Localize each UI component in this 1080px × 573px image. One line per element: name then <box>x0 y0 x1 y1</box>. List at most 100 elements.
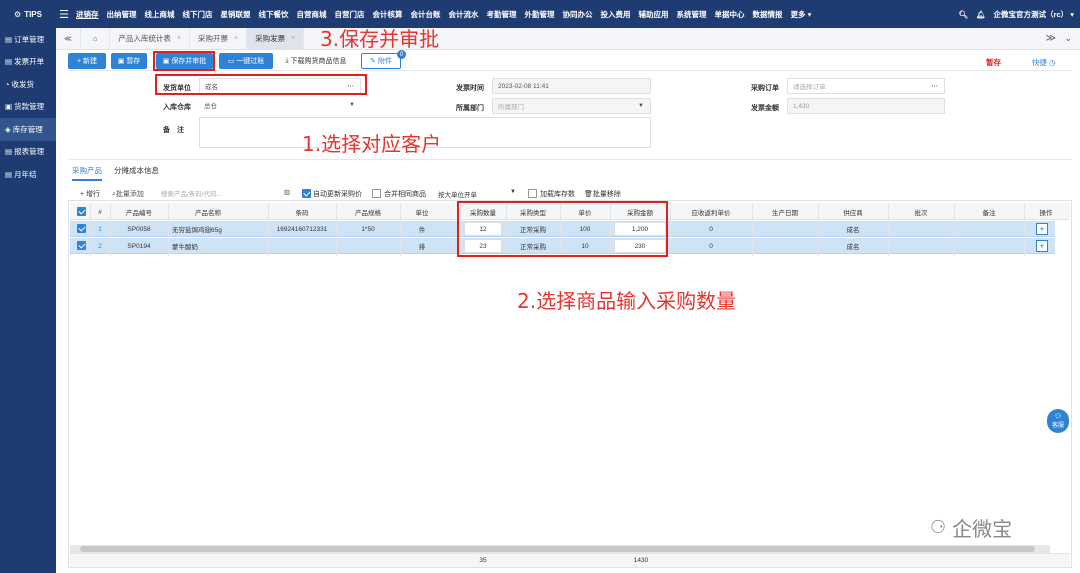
cell-supplier: 成名 <box>846 227 860 234</box>
column-divider <box>268 203 269 256</box>
shortcut-link[interactable]: 快捷 ◷ <box>1032 57 1056 68</box>
order-field[interactable]: 请选择订单 ··· <box>787 78 945 94</box>
column-header: 产品名称 <box>195 210 221 217</box>
add-icon[interactable]: + <box>1036 240 1048 252</box>
barcode-icon[interactable]: ▥ <box>284 188 290 196</box>
topnav-item[interactable]: 投入费用 <box>597 9 635 20</box>
tab-product-inbound[interactable]: 产品入库统计表 × <box>110 27 190 50</box>
topnav-item[interactable]: 辅助应用 <box>635 9 673 20</box>
column-header: 批次 <box>914 210 928 217</box>
tab-purchase-invoicing[interactable]: 采购开票 × <box>190 27 248 50</box>
close-icon[interactable]: × <box>234 35 238 42</box>
more-icon[interactable]: ··· <box>932 83 939 90</box>
wechat-icon: ⚆ <box>930 517 947 538</box>
cell-code[interactable]: SP0194 <box>110 238 168 254</box>
sidebar-item[interactable]: ▤ 报表管理 <box>0 141 56 164</box>
column-header: # <box>98 208 102 216</box>
highlight-qty-columns <box>457 201 668 257</box>
cell-date <box>752 238 818 254</box>
topnav-item[interactable]: 单据中心 <box>711 9 749 20</box>
column-divider <box>954 203 955 256</box>
time-field[interactable]: 2023-02-08 11:41 <box>492 78 651 94</box>
attachment-button[interactable]: ✎ 附件 <box>361 53 401 69</box>
sidebar-item[interactable]: ▤ 发票开单 <box>0 51 56 74</box>
topnav-item[interactable]: 进销存 <box>72 9 103 20</box>
cell-batch <box>888 238 954 254</box>
row-checkbox[interactable] <box>77 224 86 233</box>
tab-purchase-invoice[interactable]: 采购发票 × <box>247 27 305 50</box>
product-search-input[interactable]: 搜索产品/条码/代码... ▥ <box>158 186 292 199</box>
topnav-item[interactable]: 协同办公 <box>559 9 597 20</box>
select-all-checkbox[interactable] <box>77 207 86 216</box>
merge-checkbox[interactable] <box>372 189 381 198</box>
collapse-icon[interactable]: ≪ <box>56 27 81 50</box>
search-icon[interactable]: 🔍︎ <box>958 10 968 19</box>
cell-code[interactable]: SP0058 <box>110 221 168 237</box>
topnav-item[interactable]: 会计流水 <box>445 9 483 20</box>
sidebar-icon: ◔ <box>5 79 10 89</box>
column-divider <box>752 203 753 256</box>
new-button[interactable]: + 新建 <box>68 53 106 69</box>
scrollbar-thumb[interactable] <box>80 546 1035 552</box>
merge-label: 合并相同商品 <box>384 191 426 198</box>
amount-field: 1,430 <box>787 98 945 114</box>
topnav-item[interactable]: 考勤管理 <box>483 9 521 20</box>
trash-icon: 🗑︎ <box>584 191 593 198</box>
top-right-area: 🔍︎ 🔔︎ 企微宝官方测试（rc） ▾ <box>958 0 1074 28</box>
dept-select[interactable]: 所属部门 ▼ <box>492 98 651 114</box>
sidebar-item[interactable]: ▤ 月年结 <box>0 163 56 186</box>
warehouse-select[interactable]: 总仓 ▼ <box>199 97 361 113</box>
save-draft-button[interactable]: ▣ 暂存 <box>111 53 147 69</box>
divider <box>68 159 1072 160</box>
batch-add-button[interactable]: ⌕批量添加 <box>112 189 144 199</box>
add-icon[interactable]: + <box>1036 223 1048 235</box>
topnav-item[interactable]: 出纳管理 <box>103 9 141 20</box>
topnav-item[interactable]: 更多 ▾ <box>787 9 816 20</box>
topnav-item[interactable]: 数据情报 <box>749 9 787 20</box>
download-goods-button[interactable]: ⤓ 下载购货商品信息 <box>279 53 353 69</box>
app-logo[interactable]: ⚙ TIPS <box>0 0 56 28</box>
topnav-item[interactable]: 线下门店 <box>179 9 217 20</box>
subtab-cost-allocation[interactable]: 分摊成本信息 <box>114 165 159 176</box>
sidebar-item[interactable]: ▣ 货款管理 <box>0 96 56 119</box>
load-stock-checkbox[interactable] <box>528 189 537 198</box>
home-icon[interactable]: ⌂ <box>81 27 111 50</box>
sidebar-item[interactable]: ◔ 收发货 <box>0 73 56 96</box>
chevron-down-icon[interactable]: ⌄ <box>1064 33 1072 44</box>
column-header: 生产日期 <box>772 210 798 217</box>
unit-mode-select[interactable]: 按大单位开单 ▼ <box>438 189 518 199</box>
batch-remove-button[interactable]: 🗑︎批量移除 <box>584 189 621 199</box>
topnav-item[interactable]: 自营门店 <box>331 9 369 20</box>
topnav-item[interactable]: 外勤管理 <box>521 9 559 20</box>
sidebar-item[interactable]: ◈ 库存管理 <box>0 118 56 141</box>
bell-icon[interactable]: 🔔︎ <box>976 10 986 19</box>
topnav-item[interactable]: 会计核算 <box>369 9 407 20</box>
sidebar-icon: ▤ <box>5 169 13 179</box>
topnav-item[interactable]: 星销联盟 <box>217 9 255 20</box>
row-checkbox[interactable] <box>77 241 86 250</box>
subtab-products[interactable]: 采购产品 <box>72 165 102 181</box>
chat-icon: 💬︎ <box>1054 414 1062 420</box>
expand-icon[interactable]: ≫ <box>1046 33 1056 44</box>
topnav-item[interactable]: 系统管理 <box>673 9 711 20</box>
save-icon: ▣ <box>117 58 125 65</box>
one-key-post-button[interactable]: ▭ 一键过账 <box>219 53 273 69</box>
topnav-item[interactable]: 会计台账 <box>407 9 445 20</box>
close-icon[interactable]: × <box>177 35 181 42</box>
company-selector[interactable]: 企微宝官方测试（rc） ▾ <box>994 9 1074 20</box>
topnav-item[interactable]: 自营商城 <box>293 9 331 20</box>
tab-bar: ≪ ⌂ 产品入库统计表 × 采购开票 × 采购发票 × ≫ ⌄ <box>56 27 1080 50</box>
topnav-item[interactable]: 线下餐饮 <box>255 9 293 20</box>
auto-update-checkbox[interactable] <box>302 189 311 198</box>
horizontal-scrollbar[interactable] <box>70 545 1050 553</box>
close-icon[interactable]: × <box>291 35 295 42</box>
add-row-button[interactable]: + 增行 <box>80 189 100 199</box>
cell-remark <box>954 238 1024 254</box>
menu-icon[interactable]: ☰ <box>56 8 72 21</box>
customer-service-button[interactable]: 💬︎ 客服 <box>1047 409 1069 433</box>
sidebar-item[interactable]: ▤ 订单管理 <box>0 28 56 51</box>
topnav-item[interactable]: 线上商城 <box>141 9 179 20</box>
cell-name: 无穷盐焗鸡翅65g <box>172 227 222 234</box>
column-divider <box>168 203 169 256</box>
cell-barcode <box>268 238 336 254</box>
